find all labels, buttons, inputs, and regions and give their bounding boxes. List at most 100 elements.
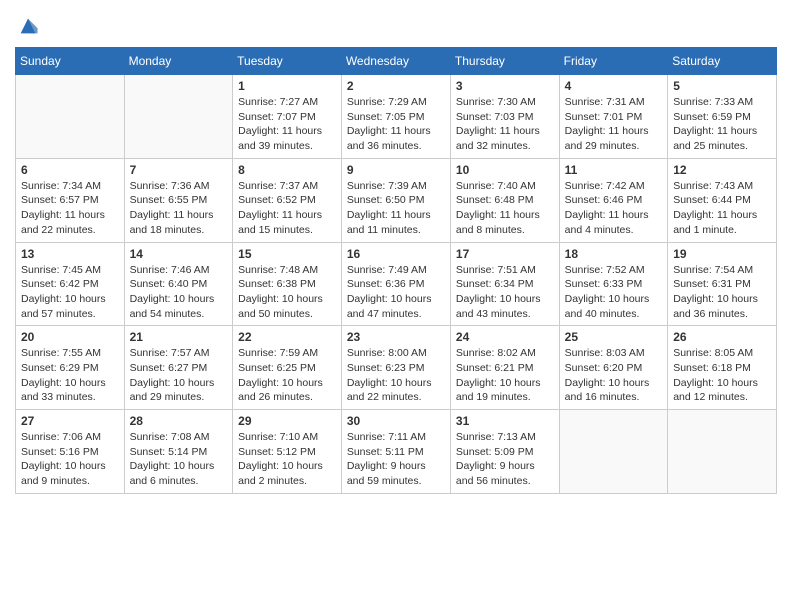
- calendar-day-cell: 6 Sunrise: 7:34 AM Sunset: 6:57 PM Daylig…: [16, 158, 125, 242]
- logo: [15, 15, 41, 37]
- day-info: Sunrise: 8:00 AM Sunset: 6:23 PM Dayligh…: [347, 346, 445, 405]
- day-number: 13: [21, 247, 119, 261]
- day-number: 24: [456, 330, 554, 344]
- day-info: Sunrise: 7:54 AM Sunset: 6:31 PM Dayligh…: [673, 263, 771, 322]
- calendar-day-header: Friday: [559, 48, 668, 75]
- calendar-day-cell: 1Sunrise: 7:27 AM Sunset: 7:07 PM Daylig…: [233, 75, 342, 159]
- day-number: 16: [347, 247, 445, 261]
- day-info: Sunrise: 7:39 AM Sunset: 6:50 PM Dayligh…: [347, 179, 445, 238]
- calendar-day-cell: 17 Sunrise: 7:51 AM Sunset: 6:34 PM Dayli…: [450, 242, 559, 326]
- day-info: Sunrise: 7:49 AM Sunset: 6:36 PM Dayligh…: [347, 263, 445, 322]
- calendar-day-cell: 27Sunrise: 7:06 AM Sunset: 5:16 PM Dayli…: [16, 410, 125, 494]
- calendar-week-row: 1Sunrise: 7:27 AM Sunset: 7:07 PM Daylig…: [16, 75, 777, 159]
- day-info: Sunrise: 7:42 AM Sunset: 6:46 PM Dayligh…: [565, 179, 663, 238]
- calendar-day-cell: 14 Sunrise: 7:46 AM Sunset: 6:40 PM Dayli…: [124, 242, 233, 326]
- calendar-day-header: Thursday: [450, 48, 559, 75]
- day-info: Sunrise: 7:37 AM Sunset: 6:52 PM Dayligh…: [238, 179, 336, 238]
- calendar-day-header: Sunday: [16, 48, 125, 75]
- day-info: Sunrise: 8:05 AM Sunset: 6:18 PM Dayligh…: [673, 346, 771, 405]
- day-number: 20: [21, 330, 119, 344]
- calendar-day-cell: 15 Sunrise: 7:48 AM Sunset: 6:38 PM Dayli…: [233, 242, 342, 326]
- day-info: Sunrise: 7:40 AM Sunset: 6:48 PM Dayligh…: [456, 179, 554, 238]
- calendar-week-row: 27Sunrise: 7:06 AM Sunset: 5:16 PM Dayli…: [16, 410, 777, 494]
- day-number: 26: [673, 330, 771, 344]
- calendar-day-cell: 5 Sunrise: 7:33 AM Sunset: 6:59 PM Daylig…: [668, 75, 777, 159]
- day-info: Sunrise: 7:11 AM Sunset: 5:11 PM Dayligh…: [347, 430, 445, 489]
- day-info: Sunrise: 7:52 AM Sunset: 6:33 PM Dayligh…: [565, 263, 663, 322]
- day-info: Sunrise: 7:30 AM Sunset: 7:03 PM Dayligh…: [456, 95, 554, 154]
- day-number: 10: [456, 163, 554, 177]
- calendar-day-cell: 13 Sunrise: 7:45 AM Sunset: 6:42 PM Dayli…: [16, 242, 125, 326]
- day-info: Sunrise: 7:08 AM Sunset: 5:14 PM Dayligh…: [130, 430, 228, 489]
- day-number: 4: [565, 79, 663, 93]
- day-info: Sunrise: 7:59 AM Sunset: 6:25 PM Dayligh…: [238, 346, 336, 405]
- day-number: 8: [238, 163, 336, 177]
- calendar-week-row: 13 Sunrise: 7:45 AM Sunset: 6:42 PM Dayli…: [16, 242, 777, 326]
- day-number: 15: [238, 247, 336, 261]
- calendar-day-cell: 18 Sunrise: 7:52 AM Sunset: 6:33 PM Dayli…: [559, 242, 668, 326]
- day-info: Sunrise: 7:31 AM Sunset: 7:01 PM Dayligh…: [565, 95, 663, 154]
- day-info: Sunrise: 7:10 AM Sunset: 5:12 PM Dayligh…: [238, 430, 336, 489]
- calendar-day-cell: 25Sunrise: 8:03 AM Sunset: 6:20 PM Dayli…: [559, 326, 668, 410]
- calendar-day-cell: 3 Sunrise: 7:30 AM Sunset: 7:03 PM Daylig…: [450, 75, 559, 159]
- day-info: Sunrise: 7:45 AM Sunset: 6:42 PM Dayligh…: [21, 263, 119, 322]
- calendar-day-cell: 2Sunrise: 7:29 AM Sunset: 7:05 PM Daylig…: [341, 75, 450, 159]
- day-info: Sunrise: 7:36 AM Sunset: 6:55 PM Dayligh…: [130, 179, 228, 238]
- day-info: Sunrise: 7:46 AM Sunset: 6:40 PM Dayligh…: [130, 263, 228, 322]
- day-number: 19: [673, 247, 771, 261]
- day-number: 14: [130, 247, 228, 261]
- day-info: Sunrise: 7:51 AM Sunset: 6:34 PM Dayligh…: [456, 263, 554, 322]
- calendar-day-cell: 19 Sunrise: 7:54 AM Sunset: 6:31 PM Dayli…: [668, 242, 777, 326]
- calendar-day-cell: 26 Sunrise: 8:05 AM Sunset: 6:18 PM Dayli…: [668, 326, 777, 410]
- day-number: 3: [456, 79, 554, 93]
- day-number: 29: [238, 414, 336, 428]
- day-number: 12: [673, 163, 771, 177]
- calendar-day-cell: [668, 410, 777, 494]
- day-info: Sunrise: 7:55 AM Sunset: 6:29 PM Dayligh…: [21, 346, 119, 405]
- day-info: Sunrise: 7:33 AM Sunset: 6:59 PM Dayligh…: [673, 95, 771, 154]
- page-header: [15, 15, 777, 37]
- calendar-day-cell: 30Sunrise: 7:11 AM Sunset: 5:11 PM Dayli…: [341, 410, 450, 494]
- calendar-day-cell: 8 Sunrise: 7:37 AM Sunset: 6:52 PM Daylig…: [233, 158, 342, 242]
- day-info: Sunrise: 7:34 AM Sunset: 6:57 PM Dayligh…: [21, 179, 119, 238]
- day-number: 17: [456, 247, 554, 261]
- calendar-day-cell: 31 Sunrise: 7:13 AM Sunset: 5:09 PM Dayli…: [450, 410, 559, 494]
- calendar-day-cell: 24Sunrise: 8:02 AM Sunset: 6:21 PM Dayli…: [450, 326, 559, 410]
- day-number: 18: [565, 247, 663, 261]
- calendar-day-cell: 7 Sunrise: 7:36 AM Sunset: 6:55 PM Daylig…: [124, 158, 233, 242]
- calendar-header-row: SundayMondayTuesdayWednesdayThursdayFrid…: [16, 48, 777, 75]
- day-number: 5: [673, 79, 771, 93]
- calendar-day-header: Saturday: [668, 48, 777, 75]
- calendar-day-cell: 11 Sunrise: 7:42 AM Sunset: 6:46 PM Dayli…: [559, 158, 668, 242]
- day-number: 1: [238, 79, 336, 93]
- calendar-day-cell: 22 Sunrise: 7:59 AM Sunset: 6:25 PM Dayli…: [233, 326, 342, 410]
- calendar-day-cell: [559, 410, 668, 494]
- day-number: 9: [347, 163, 445, 177]
- day-number: 11: [565, 163, 663, 177]
- calendar-week-row: 6 Sunrise: 7:34 AM Sunset: 6:57 PM Daylig…: [16, 158, 777, 242]
- calendar-day-header: Tuesday: [233, 48, 342, 75]
- calendar-day-cell: 10 Sunrise: 7:40 AM Sunset: 6:48 PM Dayli…: [450, 158, 559, 242]
- calendar-day-cell: 23 Sunrise: 8:00 AM Sunset: 6:23 PM Dayli…: [341, 326, 450, 410]
- calendar-table: SundayMondayTuesdayWednesdayThursdayFrid…: [15, 47, 777, 494]
- calendar-day-cell: 29 Sunrise: 7:10 AM Sunset: 5:12 PM Dayli…: [233, 410, 342, 494]
- day-number: 21: [130, 330, 228, 344]
- day-info: Sunrise: 7:13 AM Sunset: 5:09 PM Dayligh…: [456, 430, 554, 489]
- day-number: 28: [130, 414, 228, 428]
- day-number: 7: [130, 163, 228, 177]
- day-number: 23: [347, 330, 445, 344]
- calendar-day-header: Wednesday: [341, 48, 450, 75]
- day-number: 31: [456, 414, 554, 428]
- day-info: Sunrise: 7:48 AM Sunset: 6:38 PM Dayligh…: [238, 263, 336, 322]
- calendar-day-cell: 9 Sunrise: 7:39 AM Sunset: 6:50 PM Daylig…: [341, 158, 450, 242]
- calendar-day-cell: 4 Sunrise: 7:31 AM Sunset: 7:01 PM Daylig…: [559, 75, 668, 159]
- calendar-day-header: Monday: [124, 48, 233, 75]
- day-number: 22: [238, 330, 336, 344]
- day-number: 6: [21, 163, 119, 177]
- day-info: Sunrise: 7:06 AM Sunset: 5:16 PM Dayligh…: [21, 430, 119, 489]
- day-info: Sunrise: 7:43 AM Sunset: 6:44 PM Dayligh…: [673, 179, 771, 238]
- calendar-day-cell: 12 Sunrise: 7:43 AM Sunset: 6:44 PM Dayli…: [668, 158, 777, 242]
- day-info: Sunrise: 7:57 AM Sunset: 6:27 PM Dayligh…: [130, 346, 228, 405]
- day-number: 25: [565, 330, 663, 344]
- calendar-day-cell: [16, 75, 125, 159]
